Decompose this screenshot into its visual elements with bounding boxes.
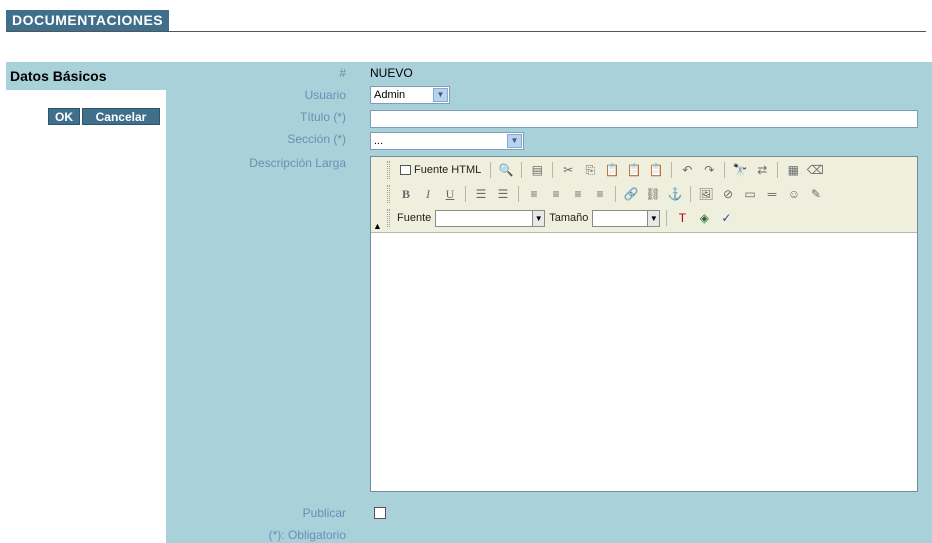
- chevron-down-icon[interactable]: ▼: [647, 210, 660, 226]
- source-html-button[interactable]: Fuente HTML: [397, 164, 484, 176]
- page-title: DOCUMENTACIONES: [6, 10, 170, 31]
- collapse-toolbar-icon[interactable]: ▲: [373, 221, 382, 231]
- preview-icon[interactable]: 🔍: [497, 161, 515, 179]
- seccion-select[interactable]: ... ▼: [370, 132, 524, 150]
- toolbar-separator: [518, 186, 519, 202]
- usuario-select[interactable]: Admin ▼: [370, 86, 450, 104]
- paste-text-icon[interactable]: 📋: [625, 161, 643, 179]
- form-panel: # NUEVO Usuario Admin ▼ Título (*) Secci…: [166, 62, 932, 543]
- chevron-down-icon[interactable]: ▼: [507, 134, 522, 148]
- section-title: Datos Básicos: [6, 62, 166, 90]
- italic-icon[interactable]: I: [419, 185, 437, 203]
- toolbar-grip[interactable]: [387, 185, 390, 203]
- usuario-label: Usuario: [304, 88, 346, 102]
- special-char-icon[interactable]: ✎: [807, 185, 825, 203]
- toolbar-grip[interactable]: [387, 161, 390, 179]
- toolbar-row-2: B I U ☰ ☰ ≡ ≡ ≡ ≡ 🔗 ⛓ ⚓ 🖼 ⊘ ▭ ═ ☺ ✎: [387, 183, 825, 205]
- toolbar-separator: [724, 162, 726, 178]
- id-value: NUEVO: [370, 66, 413, 80]
- font-combo[interactable]: ▼: [435, 209, 546, 227]
- cut-icon[interactable]: ✂: [559, 161, 577, 179]
- align-left-icon[interactable]: ≡: [525, 185, 543, 203]
- link-icon[interactable]: 🔗: [622, 185, 640, 203]
- editor-toolbar: Fuente HTML 🔍 ▤ ✂ ⎘ 📋 📋 📋 ↶ ↷ 🔭 ⇄ ▦ ⌫ B …: [371, 157, 917, 233]
- ordered-list-icon[interactable]: ☰: [472, 185, 490, 203]
- select-all-icon[interactable]: ▦: [784, 161, 802, 179]
- align-justify-icon[interactable]: ≡: [591, 185, 609, 203]
- source-icon: [400, 165, 411, 175]
- redo-icon[interactable]: ↷: [700, 161, 718, 179]
- paste-word-icon[interactable]: 📋: [647, 161, 665, 179]
- toolbar-separator: [615, 186, 616, 202]
- toolbar-row-1: Fuente HTML 🔍 ▤ ✂ ⎘ 📋 📋 📋 ↶ ↷ 🔭 ⇄ ▦ ⌫: [387, 159, 824, 181]
- usuario-select-value: Admin: [374, 89, 406, 101]
- background-color-icon[interactable]: ◈: [695, 209, 713, 227]
- horizontal-rule-icon[interactable]: ═: [763, 185, 781, 203]
- anchor-icon[interactable]: ⚓: [666, 185, 684, 203]
- remove-format-icon[interactable]: ⌫: [806, 161, 824, 179]
- text-color-icon[interactable]: T: [673, 209, 691, 227]
- spellcheck-icon[interactable]: ✓: [717, 209, 735, 227]
- align-right-icon[interactable]: ≡: [569, 185, 587, 203]
- publicar-checkbox[interactable]: [374, 507, 386, 519]
- page-header: DOCUMENTACIONES: [6, 10, 926, 32]
- table-icon[interactable]: ▭: [741, 185, 759, 203]
- undo-icon[interactable]: ↶: [678, 161, 696, 179]
- find-icon[interactable]: 🔭: [731, 161, 749, 179]
- toolbar-separator: [465, 186, 466, 202]
- descripcion-label: Descripción Larga: [249, 156, 346, 170]
- publicar-label: Publicar: [302, 506, 346, 520]
- replace-icon[interactable]: ⇄: [753, 161, 771, 179]
- copy-icon[interactable]: ⎘: [581, 161, 599, 179]
- toolbar-grip[interactable]: [387, 209, 390, 227]
- seccion-label: Sección (*): [287, 132, 346, 146]
- align-center-icon[interactable]: ≡: [547, 185, 565, 203]
- ok-button[interactable]: OK: [48, 108, 80, 125]
- image-icon[interactable]: 🖼: [697, 185, 715, 203]
- font-label: Fuente: [397, 212, 432, 224]
- obligatorio-note: (*): Obligatorio: [268, 528, 346, 542]
- cancel-button[interactable]: Cancelar: [82, 108, 160, 125]
- flash-icon[interactable]: ⊘: [719, 185, 737, 203]
- size-label: Tamaño: [549, 212, 589, 224]
- toolbar-separator: [490, 162, 492, 178]
- titulo-label: Título (*): [299, 110, 346, 124]
- toolbar-separator: [671, 162, 673, 178]
- chevron-down-icon[interactable]: ▼: [433, 88, 448, 102]
- editor-content-area[interactable]: [371, 234, 917, 491]
- toolbar-separator: [521, 162, 523, 178]
- rich-text-editor: Fuente HTML 🔍 ▤ ✂ ⎘ 📋 📋 📋 ↶ ↷ 🔭 ⇄ ▦ ⌫ B …: [370, 156, 918, 492]
- seccion-select-value: ...: [374, 135, 384, 147]
- unordered-list-icon[interactable]: ☰: [494, 185, 512, 203]
- toolbar-separator: [552, 162, 554, 178]
- toolbar-separator: [777, 162, 779, 178]
- underline-icon[interactable]: U: [441, 185, 459, 203]
- toolbar-separator: [666, 210, 668, 226]
- unlink-icon[interactable]: ⛓: [644, 185, 662, 203]
- main-area: Datos Básicos OK Cancelar # NUEVO Usuari…: [6, 62, 932, 543]
- paste-icon[interactable]: 📋: [603, 161, 621, 179]
- size-combo[interactable]: ▼: [592, 209, 661, 227]
- toolbar-separator: [690, 186, 691, 202]
- left-panel: Datos Básicos OK Cancelar: [6, 62, 166, 543]
- toolbar-row-3: Fuente ▼ Tamaño ▼ T ◈ ✓: [387, 207, 735, 229]
- templates-icon[interactable]: ▤: [528, 161, 546, 179]
- chevron-down-icon[interactable]: ▼: [532, 210, 545, 226]
- bold-icon[interactable]: B: [397, 185, 415, 203]
- titulo-input[interactable]: [370, 110, 918, 128]
- smiley-icon[interactable]: ☺: [785, 185, 803, 203]
- id-label: #: [339, 66, 346, 80]
- source-html-label: Fuente HTML: [414, 164, 482, 176]
